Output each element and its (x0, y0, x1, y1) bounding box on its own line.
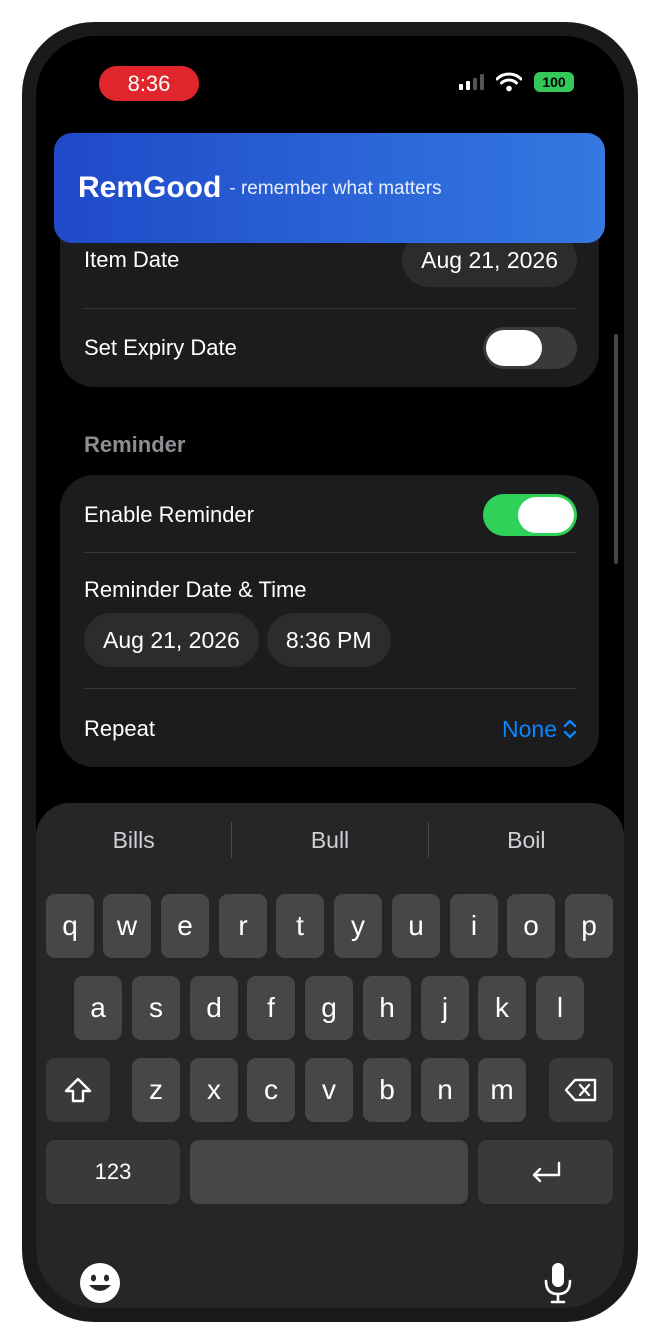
scrollbar[interactable] (614, 334, 618, 564)
key-a[interactable]: a (74, 976, 122, 1040)
space-key[interactable] (190, 1140, 468, 1204)
keyboard: Bills Bull Boil q w e r t y u i o p a s … (36, 803, 624, 1308)
suggestion-item[interactable]: Bull (232, 827, 427, 854)
brand-title: RemGood (78, 171, 222, 204)
shift-icon (64, 1077, 92, 1103)
key-o[interactable]: o (507, 894, 555, 958)
divider (84, 308, 577, 309)
repeat-label: Repeat (84, 716, 155, 741)
key-c[interactable]: c (247, 1058, 295, 1122)
key-p[interactable]: p (565, 894, 613, 958)
repeat-selector[interactable]: None (502, 716, 577, 743)
numbers-key[interactable]: 123 (46, 1140, 180, 1204)
key-d[interactable]: d (190, 976, 238, 1040)
key-r[interactable]: r (219, 894, 267, 958)
app-banner: RemGood - remember what matters (54, 133, 605, 243)
enable-reminder-label: Enable Reminder (84, 502, 254, 527)
key-h[interactable]: h (363, 976, 411, 1040)
key-g[interactable]: g (305, 976, 353, 1040)
chevron-up-down-icon (563, 719, 577, 739)
suggestion-item[interactable]: Boil (429, 827, 624, 854)
emoji-icon (80, 1263, 120, 1303)
key-n[interactable]: n (421, 1058, 469, 1122)
expiry-toggle[interactable] (483, 327, 577, 369)
emoji-button[interactable] (78, 1261, 122, 1305)
reminder-datetime-label: Reminder Date & Time (84, 577, 307, 602)
key-x[interactable]: x (190, 1058, 238, 1122)
expiry-label: Set Expiry Date (84, 335, 237, 360)
key-w[interactable]: w (103, 894, 151, 958)
return-key[interactable] (478, 1140, 613, 1204)
key-k[interactable]: k (478, 976, 526, 1040)
return-icon (532, 1161, 560, 1183)
enable-reminder-toggle[interactable] (483, 494, 577, 536)
datetime-picker-row: Aug 21, 2026 8:36 PM (84, 613, 577, 667)
dictation-button[interactable] (540, 1259, 576, 1307)
status-time: 8:36 (99, 66, 199, 101)
wifi-icon (496, 72, 522, 92)
reminder-section-header: Reminder (84, 432, 186, 457)
enable-reminder-row: Enable Reminder (84, 492, 577, 538)
key-m[interactable]: m (478, 1058, 526, 1122)
key-t[interactable]: t (276, 894, 324, 958)
expiry-row: Set Expiry Date (84, 325, 577, 371)
delete-icon (564, 1078, 597, 1102)
reminder-card: Enable Reminder Reminder Date & Time Aug… (60, 475, 599, 767)
key-b[interactable]: b (363, 1058, 411, 1122)
key-s[interactable]: s (132, 976, 180, 1040)
microphone-icon (544, 1263, 572, 1304)
key-q[interactable]: q (46, 894, 94, 958)
key-z[interactable]: z (132, 1058, 180, 1122)
key-v[interactable]: v (305, 1058, 353, 1122)
divider (84, 552, 577, 553)
app-screen: 8:36 100 RemGood - remember what matters… (36, 36, 624, 1308)
key-e[interactable]: e (161, 894, 209, 958)
suggestion-item[interactable]: Bills (36, 827, 231, 854)
brand-tagline: - remember what matters (229, 178, 442, 199)
datetime-label-row: Reminder Date & Time (84, 575, 577, 605)
key-l[interactable]: l (536, 976, 584, 1040)
repeat-row[interactable]: Repeat None (84, 707, 577, 751)
divider (84, 688, 577, 689)
key-y[interactable]: y (334, 894, 382, 958)
status-icons: 100 (459, 72, 574, 92)
key-j[interactable]: j (421, 976, 469, 1040)
cellular-signal-icon (459, 74, 484, 90)
reminder-date-picker[interactable]: Aug 21, 2026 (84, 613, 259, 667)
key-f[interactable]: f (247, 976, 295, 1040)
item-date-label: Item Date (84, 247, 180, 272)
key-i[interactable]: i (450, 894, 498, 958)
shift-key[interactable] (46, 1058, 110, 1122)
repeat-value: None (502, 715, 557, 742)
suggestion-bar: Bills Bull Boil (36, 803, 624, 877)
battery-indicator: 100 (534, 72, 574, 92)
reminder-time-picker[interactable]: 8:36 PM (266, 613, 391, 667)
delete-key[interactable] (549, 1058, 613, 1122)
key-u[interactable]: u (392, 894, 440, 958)
device-frame: 8:36 100 RemGood - remember what matters… (22, 22, 638, 1322)
